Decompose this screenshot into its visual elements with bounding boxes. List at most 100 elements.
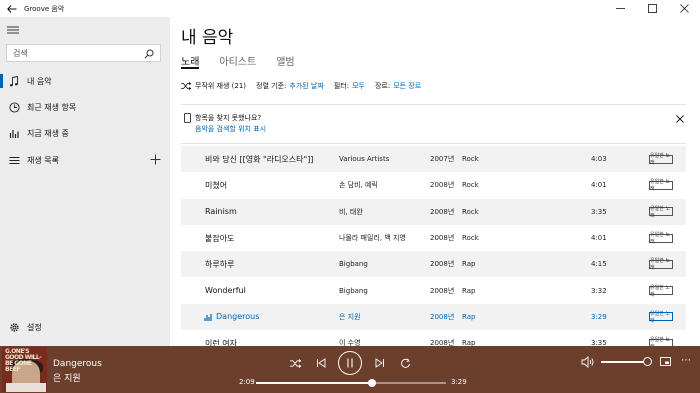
song-year: 2008년: [430, 312, 455, 321]
search-input[interactable]: [13, 48, 141, 58]
song-title: Rainism: [205, 207, 237, 217]
song-duration: 4:03: [591, 155, 607, 164]
search-icon[interactable]: [144, 49, 154, 59]
song-duration: 3:29: [591, 312, 607, 321]
close-icon: [679, 4, 689, 13]
hamburger-menu-button[interactable]: [6, 24, 20, 36]
sidebar-item-label: 최근 재생 항목: [27, 102, 77, 112]
shuffle-all-button[interactable]: 무작위 재생 (21): [181, 81, 246, 91]
next-button[interactable]: [372, 355, 388, 371]
song-artist[interactable]: 비, 태완: [339, 207, 363, 217]
song-artist[interactable]: Bigbang: [339, 287, 368, 295]
sidebar-item-label: 지금 재생 중: [27, 128, 69, 138]
song-title: 붙잡아도: [205, 233, 235, 243]
maximize-button[interactable]: [636, 0, 668, 17]
song-row[interactable]: 미쳤어 손 담비, 예릭 2008년 Rock 4:01 유일한 노래: [181, 172, 686, 198]
now-playing-equalizer-icon: [204, 313, 212, 321]
song-duration: 4:01: [591, 181, 607, 190]
window-buttons: [604, 0, 700, 17]
song-title: 비와 당신 [[영화 "라디오스타"]]: [205, 154, 314, 164]
song-row-now-playing[interactable]: Dangerous 은 지원 2008년 Rap 3:29 유일한 노래: [181, 303, 686, 331]
clock-icon: [8, 101, 20, 113]
main-panel: 내 음악 노래 아티스트 앨범 무작위 재생 (21) 정렬 기준: 추가된 날…: [170, 17, 700, 350]
sidebar-item-label: 설정: [27, 322, 42, 332]
song-artist[interactable]: 나몰라 패밀리, 백 지영: [339, 233, 406, 243]
volume-icon[interactable]: [581, 355, 595, 369]
previous-button[interactable]: [313, 355, 329, 371]
title-bar: Groove 음악: [0, 0, 700, 17]
song-duration: 3:32: [591, 286, 607, 295]
song-genre: Rap: [462, 286, 476, 295]
album-art[interactable]: G.ONE'S GOOD WILL-BE GONE BEEF: [2, 347, 47, 392]
genre-label: 장르:: [374, 82, 391, 90]
now-playing-title[interactable]: Dangerous: [53, 359, 102, 369]
pause-button[interactable]: [338, 351, 362, 375]
back-arrow-icon: [7, 4, 17, 13]
add-playlist-button[interactable]: [150, 154, 161, 165]
sidebar-item-my-music[interactable]: 내 음악: [0, 70, 170, 92]
minimize-icon: [615, 8, 625, 9]
song-row[interactable]: 하루하루 Bigbang 2008년 Rap 4:15 유일한 노래: [181, 251, 686, 278]
tab-albums[interactable]: 앨범: [276, 53, 294, 69]
close-notice-button[interactable]: [676, 115, 684, 123]
volume-slider[interactable]: [601, 361, 647, 363]
maximize-icon: [647, 4, 657, 13]
tab-songs[interactable]: 노래: [181, 53, 200, 69]
song-genre: Rock: [462, 207, 479, 216]
song-artist[interactable]: 은 지원: [339, 312, 361, 322]
app-title: Groove 음악: [24, 4, 65, 13]
song-row[interactable]: 붙잡아도 나몰라 패밀리, 백 지영 2008년 Rock 4:01 유일한 노…: [181, 225, 686, 251]
notice-link[interactable]: 음악을 검색할 위치 표시: [195, 124, 266, 134]
sidebar-item-label: 내 음악: [27, 76, 52, 86]
notice-text: 항목을 찾지 못했나요?: [195, 114, 262, 122]
song-artist[interactable]: Bigbang: [339, 260, 368, 268]
song-artist[interactable]: 손 담비, 예릭: [339, 180, 378, 190]
lyrics-badge: 유일한 노래: [649, 258, 673, 271]
tab-bar: 노래 아티스트 앨범: [181, 53, 295, 69]
song-year: 2008년: [430, 260, 455, 269]
song-row[interactable]: 비와 당신 [[영화 "라디오스타"]] Various Artists 200…: [181, 146, 686, 173]
tab-artists[interactable]: 아티스트: [219, 53, 256, 69]
sort-dropdown[interactable]: 추가된 날짜: [289, 81, 323, 91]
gear-icon: [8, 321, 20, 333]
song-title: Dangerous: [216, 312, 260, 322]
sidebar-item-playlists[interactable]: 재생 목록: [0, 149, 170, 171]
filter-bar: 무작위 재생 (21) 정렬 기준: 추가된 날짜 필터: 모두 장르: 모든 …: [181, 81, 431, 91]
song-row[interactable]: Wonderful Bigbang 2008년 Rap 3:32 유일한 노래: [181, 277, 686, 303]
genre-dropdown[interactable]: 모든 장르: [393, 81, 421, 91]
repeat-button[interactable]: [397, 355, 413, 371]
sidebar-item-now-playing[interactable]: 지금 재생 중: [0, 122, 170, 144]
filter-label: 필터:: [333, 82, 350, 90]
song-year: 2008년: [430, 181, 455, 190]
shuffle-button[interactable]: [287, 355, 303, 371]
filter-dropdown[interactable]: 모두: [352, 81, 365, 91]
sidebar: 내 음악 최근 재생 항목 지금 재생 중 재생 목록 설정: [0, 17, 170, 346]
now-playing-artist[interactable]: 은 지원: [53, 371, 81, 384]
back-button[interactable]: [0, 0, 24, 17]
close-window-button[interactable]: [668, 0, 700, 17]
song-year: 2008년: [430, 207, 455, 216]
sidebar-item-settings[interactable]: 설정: [0, 316, 170, 338]
bars-icon: [8, 127, 20, 139]
current-time: 2:09: [239, 378, 255, 386]
song-duration: 4:01: [591, 234, 607, 243]
volume-slider-thumb[interactable]: [643, 357, 652, 366]
lyrics-badge: 유일한 노래: [649, 206, 673, 219]
sort-label: 정렬 기준:: [256, 82, 287, 90]
now-playing-bar: G.ONE'S GOOD WILL-BE GONE BEEF Dangerous…: [0, 346, 700, 393]
repeat-icon: [400, 358, 410, 368]
song-row[interactable]: Rainism 비, 태완 2008년 Rock 3:35 유일한 노래: [181, 198, 686, 225]
seek-bar[interactable]: [256, 379, 446, 387]
lyrics-badge: 유일한 노래: [649, 311, 673, 324]
previous-icon: [317, 358, 326, 368]
shuffle-icon: [289, 358, 301, 368]
hamburger-icon: [7, 26, 19, 34]
mini-view-icon[interactable]: [660, 357, 671, 366]
sidebar-item-label: 재생 목록: [27, 155, 59, 165]
search-box[interactable]: [6, 44, 161, 62]
sidebar-item-recent[interactable]: 최근 재생 항목: [0, 96, 170, 118]
seek-bar-thumb[interactable]: [367, 379, 376, 387]
song-artist[interactable]: Various Artists: [339, 155, 389, 163]
more-options-button[interactable]: ⋯: [681, 355, 692, 366]
minimize-button[interactable]: [604, 0, 636, 17]
